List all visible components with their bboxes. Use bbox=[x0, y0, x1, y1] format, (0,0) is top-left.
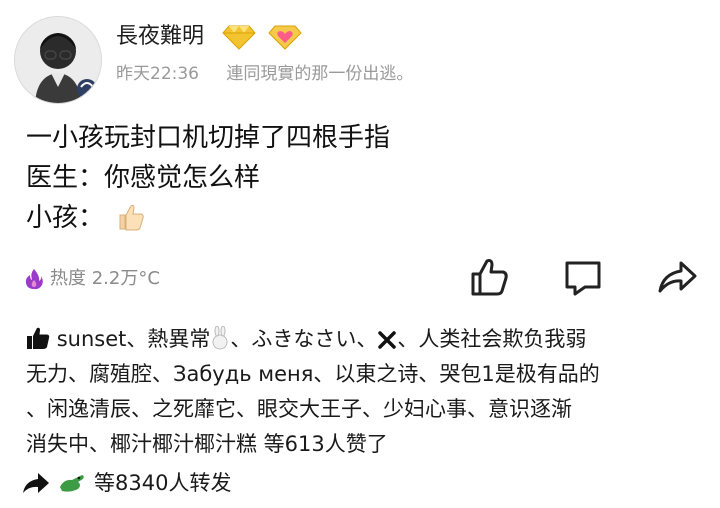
post-line: 小孩： bbox=[26, 198, 390, 238]
reposts-row[interactable]: 等8340人转发 bbox=[22, 466, 231, 500]
likes-row: 无力、腐殖腔、Забудь меня、以東之诗、哭包1是极有品的 bbox=[26, 362, 600, 386]
likes-row: 、闲逸清辰、之死靡它、眼交大王子、少妇心事、意识逐渐 bbox=[26, 397, 572, 421]
like-button[interactable] bbox=[466, 254, 512, 300]
thumbs-up-emoji-icon bbox=[119, 204, 145, 231]
heat-label: 热度 2.2万°C bbox=[50, 268, 160, 289]
post-content: 一小孩玩封口机切掉了四根手指 医生：你感觉怎么样 小孩： bbox=[26, 118, 390, 238]
flame-icon bbox=[25, 269, 43, 290]
cross-mark-icon bbox=[378, 331, 397, 349]
thumbs-up-filled-icon bbox=[27, 327, 50, 349]
repost-arrow-icon bbox=[23, 473, 49, 493]
post-actions bbox=[466, 254, 700, 300]
likes-row: 消失中、椰汁椰汁椰汁糕 等613人赞了 bbox=[26, 432, 388, 456]
share-button[interactable] bbox=[654, 254, 700, 300]
likes-text: sunset、熱異常 bbox=[56, 327, 211, 351]
avatar[interactable] bbox=[14, 16, 102, 104]
rabbit-icon bbox=[212, 326, 228, 350]
reposts-label: 等8340人转发 bbox=[94, 471, 232, 495]
crocodile-icon bbox=[60, 475, 84, 492]
user-signature: 連同現實的那一份出逃。 bbox=[226, 64, 414, 84]
heat-indicator: 热度 2.2万°C bbox=[24, 266, 160, 292]
post-time: 昨天22:36 bbox=[116, 64, 199, 84]
post-line: 一小孩玩封口机切掉了四根手指 bbox=[26, 123, 391, 153]
post-meta: 昨天22:36 連同現實的那一份出逃。 bbox=[116, 62, 413, 86]
username[interactable]: 長夜難明 bbox=[116, 22, 204, 52]
likes-list: sunset、熱異常 、ふきなさい、 、人类社会欺负我弱 无力、腐殖腔、Забу… bbox=[26, 322, 698, 462]
post-line-text: 小孩： bbox=[26, 203, 105, 233]
user-badges bbox=[222, 24, 302, 50]
share-arrow-icon bbox=[658, 261, 697, 293]
likes-row: sunset、熱異常 、ふきなさい、 、人类社会欺负我弱 bbox=[26, 322, 698, 357]
comment-icon bbox=[565, 261, 601, 296]
likes-text: 、ふきなさい、 bbox=[230, 327, 378, 351]
thumbs-up-outline-icon bbox=[471, 259, 508, 296]
gold-diamond-badge-icon[interactable] bbox=[222, 24, 256, 50]
post-line: 医生：你感觉怎么样 bbox=[26, 163, 261, 193]
likes-text: 、人类社会欺负我弱 bbox=[397, 327, 587, 351]
pink-diamond-badge-icon[interactable] bbox=[268, 24, 302, 50]
comment-button[interactable] bbox=[560, 254, 606, 300]
